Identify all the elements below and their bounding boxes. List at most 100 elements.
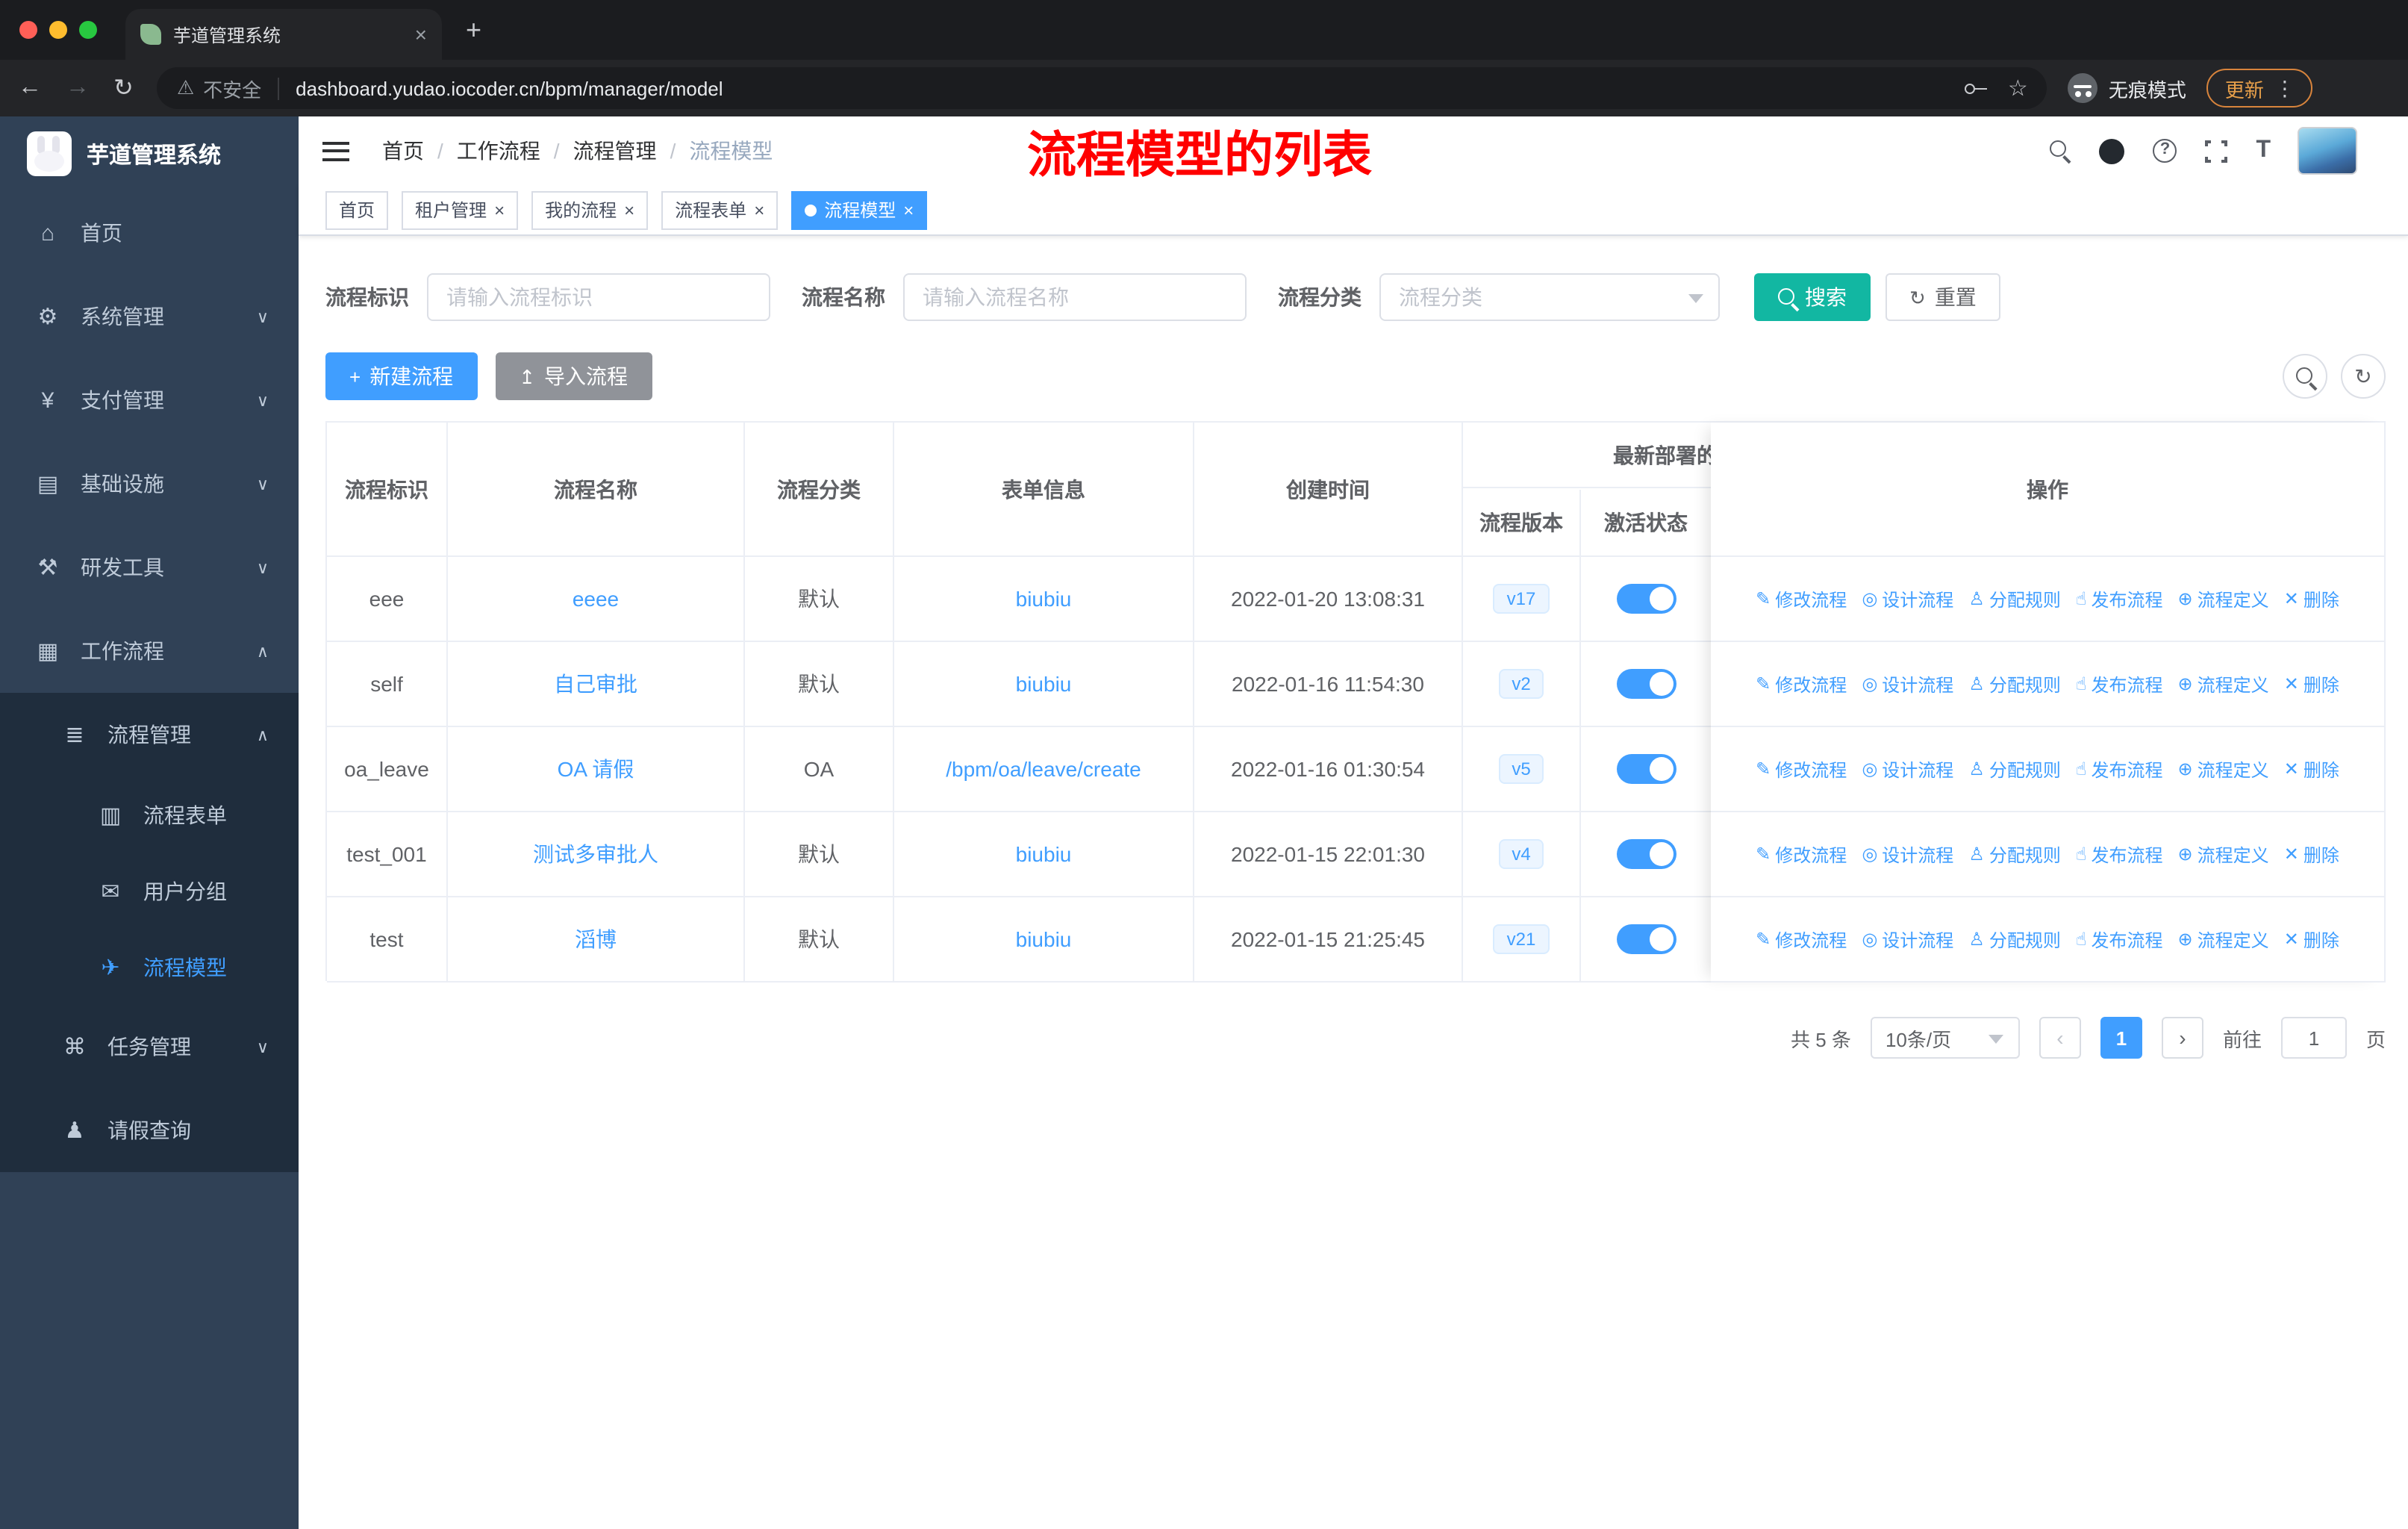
active-switch[interactable] [1616, 839, 1676, 869]
create-process-button[interactable]: + 新建流程 [325, 352, 478, 400]
active-switch[interactable] [1616, 754, 1676, 784]
active-switch[interactable] [1616, 669, 1676, 699]
prev-page-button[interactable]: ‹ [2039, 1017, 2081, 1059]
fullscreen-icon[interactable] [2202, 137, 2231, 165]
process-name-link[interactable]: 测试多审批人 [533, 839, 658, 869]
sidebar-item-form[interactable]: ▥ 流程表单 [0, 776, 299, 853]
action-design-link[interactable]: ◎ 设计流程 [1862, 671, 1953, 697]
tags-view-item[interactable]: 流程模型 × [791, 190, 928, 229]
action-publish-link[interactable]: ☝ 发布流程 [2076, 756, 2163, 782]
sidebar-item-dashboard[interactable]: ⌂ 首页 [0, 191, 299, 275]
browser-update-button[interactable]: 更新 ⋮ [2206, 69, 2313, 108]
password-key-icon[interactable] [1964, 78, 1987, 99]
process-name-link[interactable]: eeee [573, 587, 619, 611]
action-design-link[interactable]: ◎ 设计流程 [1862, 927, 1953, 952]
action-delete-link[interactable]: ✕ 删除 [2284, 927, 2339, 952]
window-zoom-button[interactable] [79, 21, 97, 39]
reset-button[interactable]: ↻ 重置 [1885, 273, 2000, 321]
action-assign-link[interactable]: ♙ 分配规则 [1968, 841, 2061, 867]
process-name-link[interactable]: 自己审批 [554, 669, 637, 699]
sidebar-item-gear[interactable]: ⚙ 系统管理 ∨ [0, 275, 299, 358]
action-definition-link[interactable]: ⊕ 流程定义 [2178, 841, 2269, 867]
next-page-button[interactable]: › [2161, 1017, 2203, 1059]
action-assign-link[interactable]: ♙ 分配规则 [1968, 586, 2061, 611]
process-name-input[interactable] [903, 273, 1247, 321]
sidebar-item-workflow[interactable]: ▦ 工作流程 ∧ [0, 609, 299, 693]
action-publish-link[interactable]: ☝ 发布流程 [2076, 671, 2163, 697]
action-delete-link[interactable]: ✕ 删除 [2284, 756, 2339, 782]
user-avatar[interactable] [2298, 127, 2357, 175]
refresh-table-button[interactable]: ↻ [2341, 354, 2386, 399]
address-bar[interactable]: ⚠ 不安全 dashboard.yudao.iocoder.cn/bpm/man… [157, 67, 2047, 109]
search-button[interactable]: 搜索 [1754, 273, 1871, 321]
tags-view-item[interactable]: 流程表单 × [661, 190, 779, 229]
action-assign-link[interactable]: ♙ 分配规则 [1968, 927, 2061, 952]
goto-page-input[interactable] [2280, 1017, 2347, 1059]
import-process-button[interactable]: ↥ 导入流程 [495, 352, 652, 400]
process-id-input[interactable] [427, 273, 770, 321]
process-name-link[interactable]: OA 请假 [558, 754, 634, 784]
sidebar-item-process-model[interactable]: ✈ 流程模型 [0, 929, 299, 1005]
form-info-link[interactable]: biubiu [1016, 672, 1072, 696]
browser-tab[interactable]: 芋道管理系统 × [125, 9, 442, 60]
forward-icon[interactable]: → [66, 75, 90, 102]
action-definition-link[interactable]: ⊕ 流程定义 [2178, 927, 2269, 952]
action-edit-link[interactable]: ✎ 修改流程 [1756, 586, 1847, 611]
action-edit-link[interactable]: ✎ 修改流程 [1756, 927, 1847, 952]
font-size-icon[interactable]: T [2256, 137, 2271, 164]
sidebar-item-payment[interactable]: ¥ 支付管理 ∨ [0, 358, 299, 442]
form-info-link[interactable]: /bpm/oa/leave/create [946, 757, 1141, 781]
browser-menu-icon[interactable]: ⋮ [2274, 75, 2295, 101]
back-icon[interactable]: ← [18, 75, 42, 102]
sidebar-item-leave[interactable]: ♟ 请假查询 [0, 1089, 299, 1172]
action-edit-link[interactable]: ✎ 修改流程 [1756, 841, 1847, 867]
form-info-link[interactable]: biubiu [1016, 842, 1072, 866]
action-edit-link[interactable]: ✎ 修改流程 [1756, 756, 1847, 782]
action-delete-link[interactable]: ✕ 删除 [2284, 671, 2339, 697]
tags-view-item[interactable]: 首页 [325, 190, 389, 229]
active-switch[interactable] [1616, 584, 1676, 614]
breadcrumb-item[interactable]: 流程管理 [573, 136, 657, 166]
window-minimize-button[interactable] [49, 21, 67, 39]
close-icon[interactable]: × [754, 199, 764, 220]
action-definition-link[interactable]: ⊕ 流程定义 [2178, 671, 2269, 697]
action-design-link[interactable]: ◎ 设计流程 [1862, 586, 1953, 611]
breadcrumb-item[interactable]: 首页 [382, 136, 424, 166]
action-design-link[interactable]: ◎ 设计流程 [1862, 756, 1953, 782]
action-delete-link[interactable]: ✕ 删除 [2284, 586, 2339, 611]
page-number-button[interactable]: 1 [2100, 1017, 2142, 1059]
action-definition-link[interactable]: ⊕ 流程定义 [2178, 756, 2269, 782]
sidebar-item-user-group[interactable]: ✉ 用户分组 [0, 853, 299, 929]
window-close-button[interactable] [19, 21, 37, 39]
process-name-link[interactable]: 滔博 [575, 924, 617, 954]
close-icon[interactable]: × [624, 199, 634, 220]
process-category-select[interactable]: 流程分类 [1379, 273, 1720, 321]
new-tab-button[interactable]: + [466, 12, 481, 48]
action-publish-link[interactable]: ☝ 发布流程 [2076, 841, 2163, 867]
action-assign-link[interactable]: ♙ 分配规则 [1968, 756, 2061, 782]
breadcrumb-item[interactable]: 工作流程 [457, 136, 540, 166]
action-definition-link[interactable]: ⊕ 流程定义 [2178, 586, 2269, 611]
toggle-search-button[interactable] [2283, 354, 2327, 399]
action-edit-link[interactable]: ✎ 修改流程 [1756, 671, 1847, 697]
page-size-select[interactable]: 10条/页 [1870, 1017, 2020, 1059]
action-delete-link[interactable]: ✕ 删除 [2284, 841, 2339, 867]
tags-view-item[interactable]: 租户管理 × [402, 190, 519, 229]
active-switch[interactable] [1616, 924, 1676, 954]
bookmark-star-icon[interactable]: ☆ [2008, 75, 2028, 102]
form-info-link[interactable]: biubiu [1016, 927, 1072, 951]
github-icon[interactable] [2099, 138, 2125, 164]
hamburger-icon[interactable] [322, 141, 349, 161]
sidebar-item-infrastructure[interactable]: ▤ 基础设施 ∨ [0, 442, 299, 526]
form-info-link[interactable]: biubiu [1016, 587, 1072, 611]
close-icon[interactable]: × [903, 199, 914, 220]
help-icon[interactable]: ? [2153, 139, 2177, 163]
sidebar-item-task[interactable]: ⌘ 任务管理 ∨ [0, 1005, 299, 1089]
sidebar-item-process-manage[interactable]: ≣ 流程管理 ∧ [0, 693, 299, 776]
action-design-link[interactable]: ◎ 设计流程 [1862, 841, 1953, 867]
action-publish-link[interactable]: ☝ 发布流程 [2076, 586, 2163, 611]
action-assign-link[interactable]: ♙ 分配规则 [1968, 671, 2061, 697]
action-publish-link[interactable]: ☝ 发布流程 [2076, 927, 2163, 952]
tab-close-icon[interactable]: × [415, 22, 427, 46]
tags-view-item[interactable]: 我的流程 × [531, 190, 649, 229]
